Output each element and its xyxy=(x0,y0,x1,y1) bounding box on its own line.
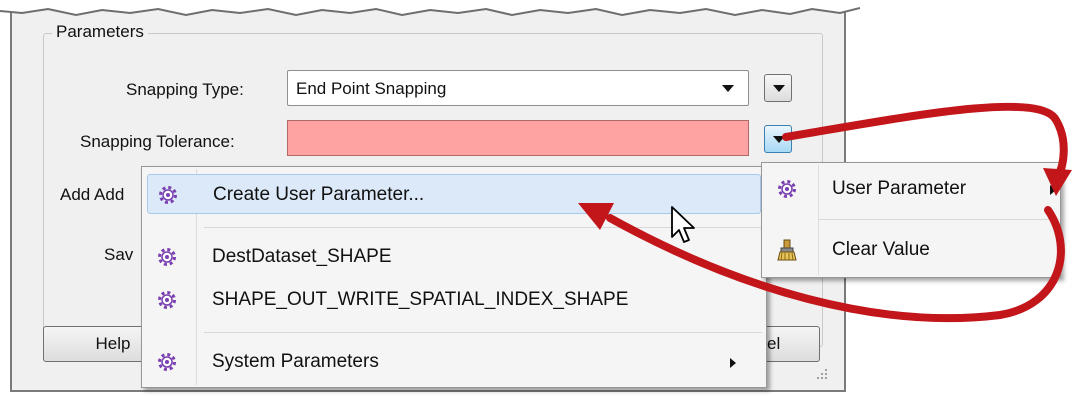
arrow-to-create-user-parameter xyxy=(606,206,1065,323)
arrowhead-icon xyxy=(1043,168,1072,196)
arrow-to-user-parameter xyxy=(782,102,1068,180)
annotation-arrows xyxy=(578,102,1072,323)
